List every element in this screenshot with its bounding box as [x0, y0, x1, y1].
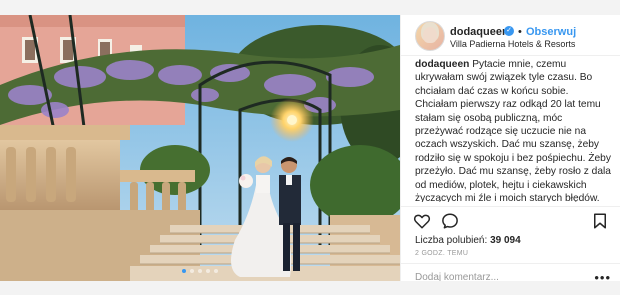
bookmark-icon[interactable]	[591, 212, 609, 230]
action-bar	[401, 206, 620, 235]
follow-button[interactable]: Obserwuj	[526, 26, 576, 38]
heart-icon[interactable]	[413, 212, 431, 230]
top-strip	[0, 0, 620, 15]
likes-count[interactable]: Liczba polubień: 39 094	[415, 235, 521, 246]
location-link[interactable]: Villa Padierna Hotels & Resorts	[450, 39, 575, 49]
wedding-photo-illustration	[0, 15, 400, 281]
caption-text: Pytacie mnie, czemu ukrywałam swój związ…	[415, 59, 611, 202]
caption: dodaqueen Pytacie mnie, czemu ukrywałam …	[415, 58, 613, 202]
carousel-dot[interactable]	[198, 269, 202, 273]
carousel-dot[interactable]	[214, 269, 218, 273]
post-header: dodaqueen ✓ • Obserwuj Villa Padierna Ho…	[401, 15, 620, 56]
bottom-strip	[0, 281, 620, 295]
likes-label: Liczba polubień:	[415, 235, 488, 246]
likes-number: 39 094	[490, 235, 521, 246]
carousel-indicator	[0, 269, 400, 273]
post-timestamp[interactable]: 2 GODZ. TEMU	[415, 250, 468, 257]
verified-badge-icon: ✓	[504, 26, 514, 36]
caption-username[interactable]: dodaqueen	[415, 59, 469, 70]
post-photo[interactable]	[0, 15, 400, 281]
carousel-dot[interactable]	[190, 269, 194, 273]
carousel-dot[interactable]	[182, 269, 186, 273]
comment-icon[interactable]	[441, 212, 459, 230]
carousel-dot[interactable]	[206, 269, 210, 273]
avatar[interactable]	[415, 21, 445, 51]
post-sidebar: dodaqueen ✓ • Obserwuj Villa Padierna Ho…	[400, 15, 620, 285]
username-link[interactable]: dodaqueen	[450, 26, 509, 38]
separator-dot: •	[518, 26, 522, 38]
